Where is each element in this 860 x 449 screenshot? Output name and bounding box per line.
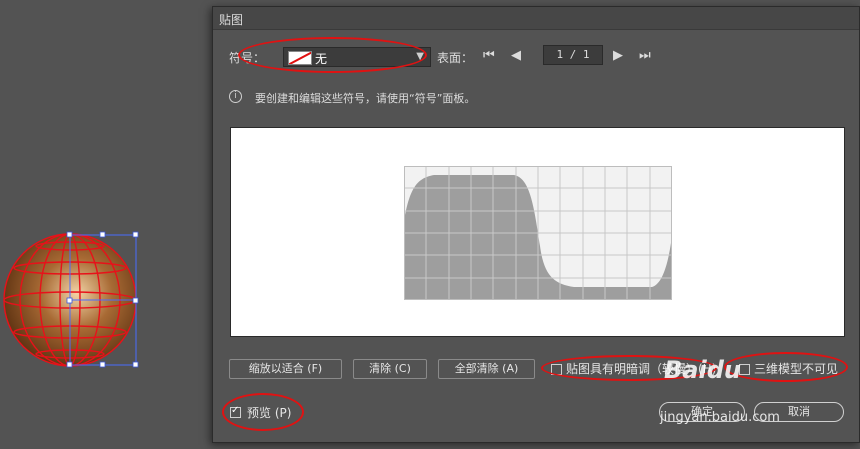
first-page-icon[interactable]: ⏮ bbox=[483, 48, 495, 64]
scale-to-fit-button[interactable]: 缩放以适合 (F) bbox=[229, 359, 342, 379]
info-row: i 要创建和编辑这些符号，请使用“符号”面板。 bbox=[229, 89, 829, 107]
surface-page-field[interactable]: 1 / 1 bbox=[543, 45, 603, 65]
prev-page-icon[interactable]: ◀ bbox=[511, 48, 521, 64]
last-page-icon[interactable]: ⏭ bbox=[639, 48, 651, 64]
3d-sphere-object[interactable] bbox=[0, 228, 150, 373]
dialog-titlebar[interactable]: 贴图 bbox=[213, 7, 859, 30]
surface-uv-map[interactable] bbox=[404, 166, 672, 300]
dialog-title: 贴图 bbox=[219, 13, 244, 27]
surface-preview[interactable] bbox=[230, 127, 845, 337]
symbol-surface-row: 符号： 无 ▼ 表面： ⏮ ◀ 1 / 1 ▶ ⏭ bbox=[229, 45, 849, 71]
chevron-down-icon: ▼ bbox=[416, 51, 424, 62]
symbol-label: 符号： bbox=[229, 51, 266, 65]
info-text: 要创建和编辑这些符号，请使用“符号”面板。 bbox=[255, 92, 476, 105]
symbol-dropdown[interactable]: 无 ▼ bbox=[283, 47, 431, 67]
surface-label: 表面： bbox=[437, 51, 474, 65]
baidu-watermark-logo: Baidu bbox=[664, 356, 741, 384]
info-icon: i bbox=[229, 90, 242, 103]
invisible-geometry-label: 三维模型不可见 bbox=[754, 362, 839, 376]
baidu-watermark-site: jingyan.baidu.com bbox=[660, 410, 780, 425]
symbol-selected-value: 无 bbox=[315, 52, 328, 66]
preview-label: 预览 (P) bbox=[247, 406, 292, 420]
next-page-icon[interactable]: ▶ bbox=[613, 48, 623, 64]
artboard-canvas bbox=[0, 0, 212, 449]
clear-button[interactable]: 清除 (C) bbox=[353, 359, 427, 379]
preview-checkbox[interactable] bbox=[230, 405, 241, 418]
shade-artwork-checkbox[interactable] bbox=[551, 364, 562, 375]
clear-all-button[interactable]: 全部清除 (A) bbox=[438, 359, 535, 379]
map-art-dialog: 贴图 符号： 无 ▼ 表面： ⏮ ◀ 1 / 1 ▶ ⏭ i 要创建和编辑这些符… bbox=[212, 6, 860, 443]
none-swatch-icon bbox=[288, 51, 312, 65]
